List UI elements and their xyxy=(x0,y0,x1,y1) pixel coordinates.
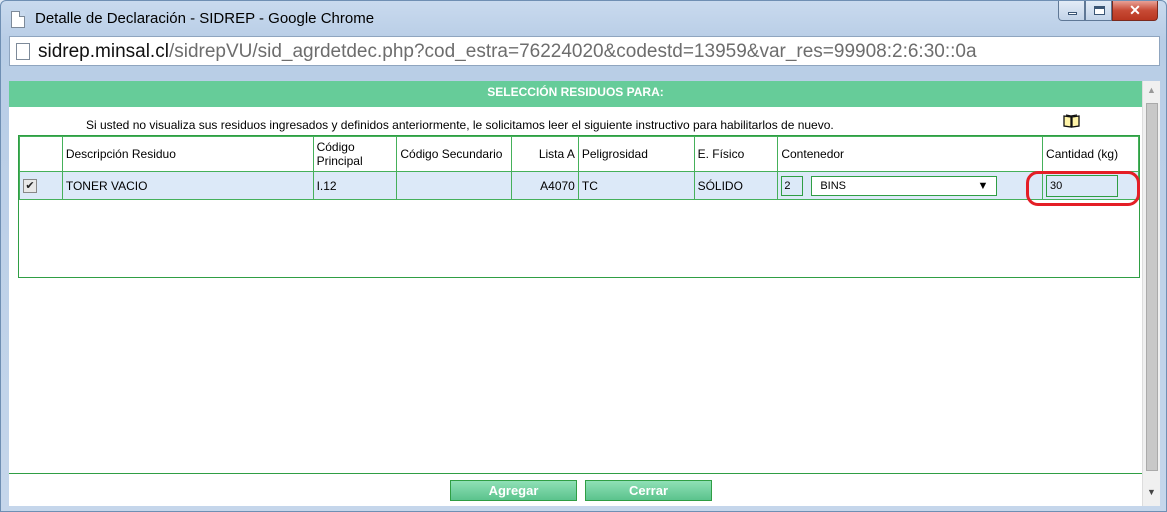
cell-e-fisico: SÓLIDO xyxy=(693,171,779,200)
row-checkbox[interactable]: ✔ xyxy=(23,179,37,193)
minimize-button[interactable] xyxy=(1058,1,1085,21)
window-controls: ✕ xyxy=(1058,1,1158,23)
scrollbar-thumb[interactable] xyxy=(1146,103,1158,471)
cell-lista-a: A4070 xyxy=(511,171,579,200)
vertical-scrollbar[interactable]: ▲ ▼ xyxy=(1142,81,1160,506)
section-title: SELECCIÓN RESIDUOS PARA: xyxy=(487,85,664,99)
row-select-cell: ✔ xyxy=(19,171,63,200)
header-peligrosidad: Peligrosidad xyxy=(577,136,695,172)
info-message: Si usted no visualiza sus residuos ingre… xyxy=(86,118,834,132)
header-lista-a: Lista A xyxy=(511,136,579,172)
page-icon xyxy=(11,11,25,28)
agregar-button[interactable]: Agregar xyxy=(450,480,577,501)
title-bar[interactable]: Detalle de Declaración - SIDREP - Google… xyxy=(1,1,1166,35)
divider xyxy=(9,473,1142,474)
cell-descripcion: TONER VACIO xyxy=(61,171,314,200)
header-descripcion: Descripción Residuo xyxy=(61,136,314,172)
main-area: SELECCIÓN RESIDUOS PARA: Si usted no vis… xyxy=(9,81,1142,506)
page-icon xyxy=(16,43,30,60)
book-icon[interactable] xyxy=(1063,114,1080,128)
header-e-fisico: E. Físico xyxy=(693,136,779,172)
close-icon: ✕ xyxy=(1129,2,1141,18)
cell-codigo-secundario xyxy=(396,171,513,200)
cell-codigo-principal: I.12 xyxy=(312,171,398,200)
page-content: SELECCIÓN RESIDUOS PARA: Si usted no vis… xyxy=(9,81,1160,506)
header-select xyxy=(19,136,63,172)
highlight-annotation xyxy=(1026,171,1140,206)
table-row: ✔ TONER VACIO I.12 A4070 TC SÓLIDO 2 BIN… xyxy=(19,171,1139,200)
header-codigo-secundario: Código Secundario xyxy=(396,136,513,172)
url-text: sidrep.minsal.cl/sidrepVU/sid_agrdetdec.… xyxy=(38,41,977,63)
header-cantidad: Cantidad (kg) xyxy=(1042,136,1139,172)
minimize-icon xyxy=(1068,12,1077,15)
address-bar[interactable]: sidrep.minsal.cl/sidrepVU/sid_agrdetdec.… xyxy=(9,36,1160,66)
contenedor-tipo-select[interactable]: BINS ▼ xyxy=(811,175,998,196)
contenedor-cantidad-input[interactable]: 2 xyxy=(781,175,804,196)
header-contenedor: Contenedor xyxy=(777,136,1044,172)
dropdown-arrow-icon: ▼ xyxy=(977,179,989,192)
contenedor-tipo-value: BINS xyxy=(820,179,847,192)
cell-peligrosidad: TC xyxy=(577,171,695,200)
scroll-up-arrow-icon[interactable]: ▲ xyxy=(1147,85,1156,95)
maximize-button[interactable] xyxy=(1085,1,1112,21)
scroll-down-arrow-icon[interactable]: ▼ xyxy=(1147,487,1156,497)
close-window-button[interactable]: ✕ xyxy=(1112,1,1158,21)
table-header-row: Descripción Residuo Código Principal Cód… xyxy=(19,136,1139,172)
residue-table: Descripción Residuo Código Principal Cód… xyxy=(18,135,1140,278)
cell-contenedor: 2 BINS ▼ xyxy=(777,171,1044,200)
url-host: sidrep.minsal.cl xyxy=(38,41,169,62)
header-codigo-principal: Código Principal xyxy=(312,136,398,172)
contenedor-controls: 2 BINS ▼ xyxy=(781,175,1039,196)
url-path: /sidrepVU/sid_agrdetdec.php?cod_estra=76… xyxy=(168,41,977,62)
cerrar-button[interactable]: Cerrar xyxy=(585,480,712,501)
maximize-icon xyxy=(1094,6,1105,15)
browser-window: Detalle de Declaración - SIDREP - Google… xyxy=(0,0,1167,512)
section-header: SELECCIÓN RESIDUOS PARA: xyxy=(9,81,1142,107)
window-title: Detalle de Declaración - SIDREP - Google… xyxy=(35,10,375,27)
